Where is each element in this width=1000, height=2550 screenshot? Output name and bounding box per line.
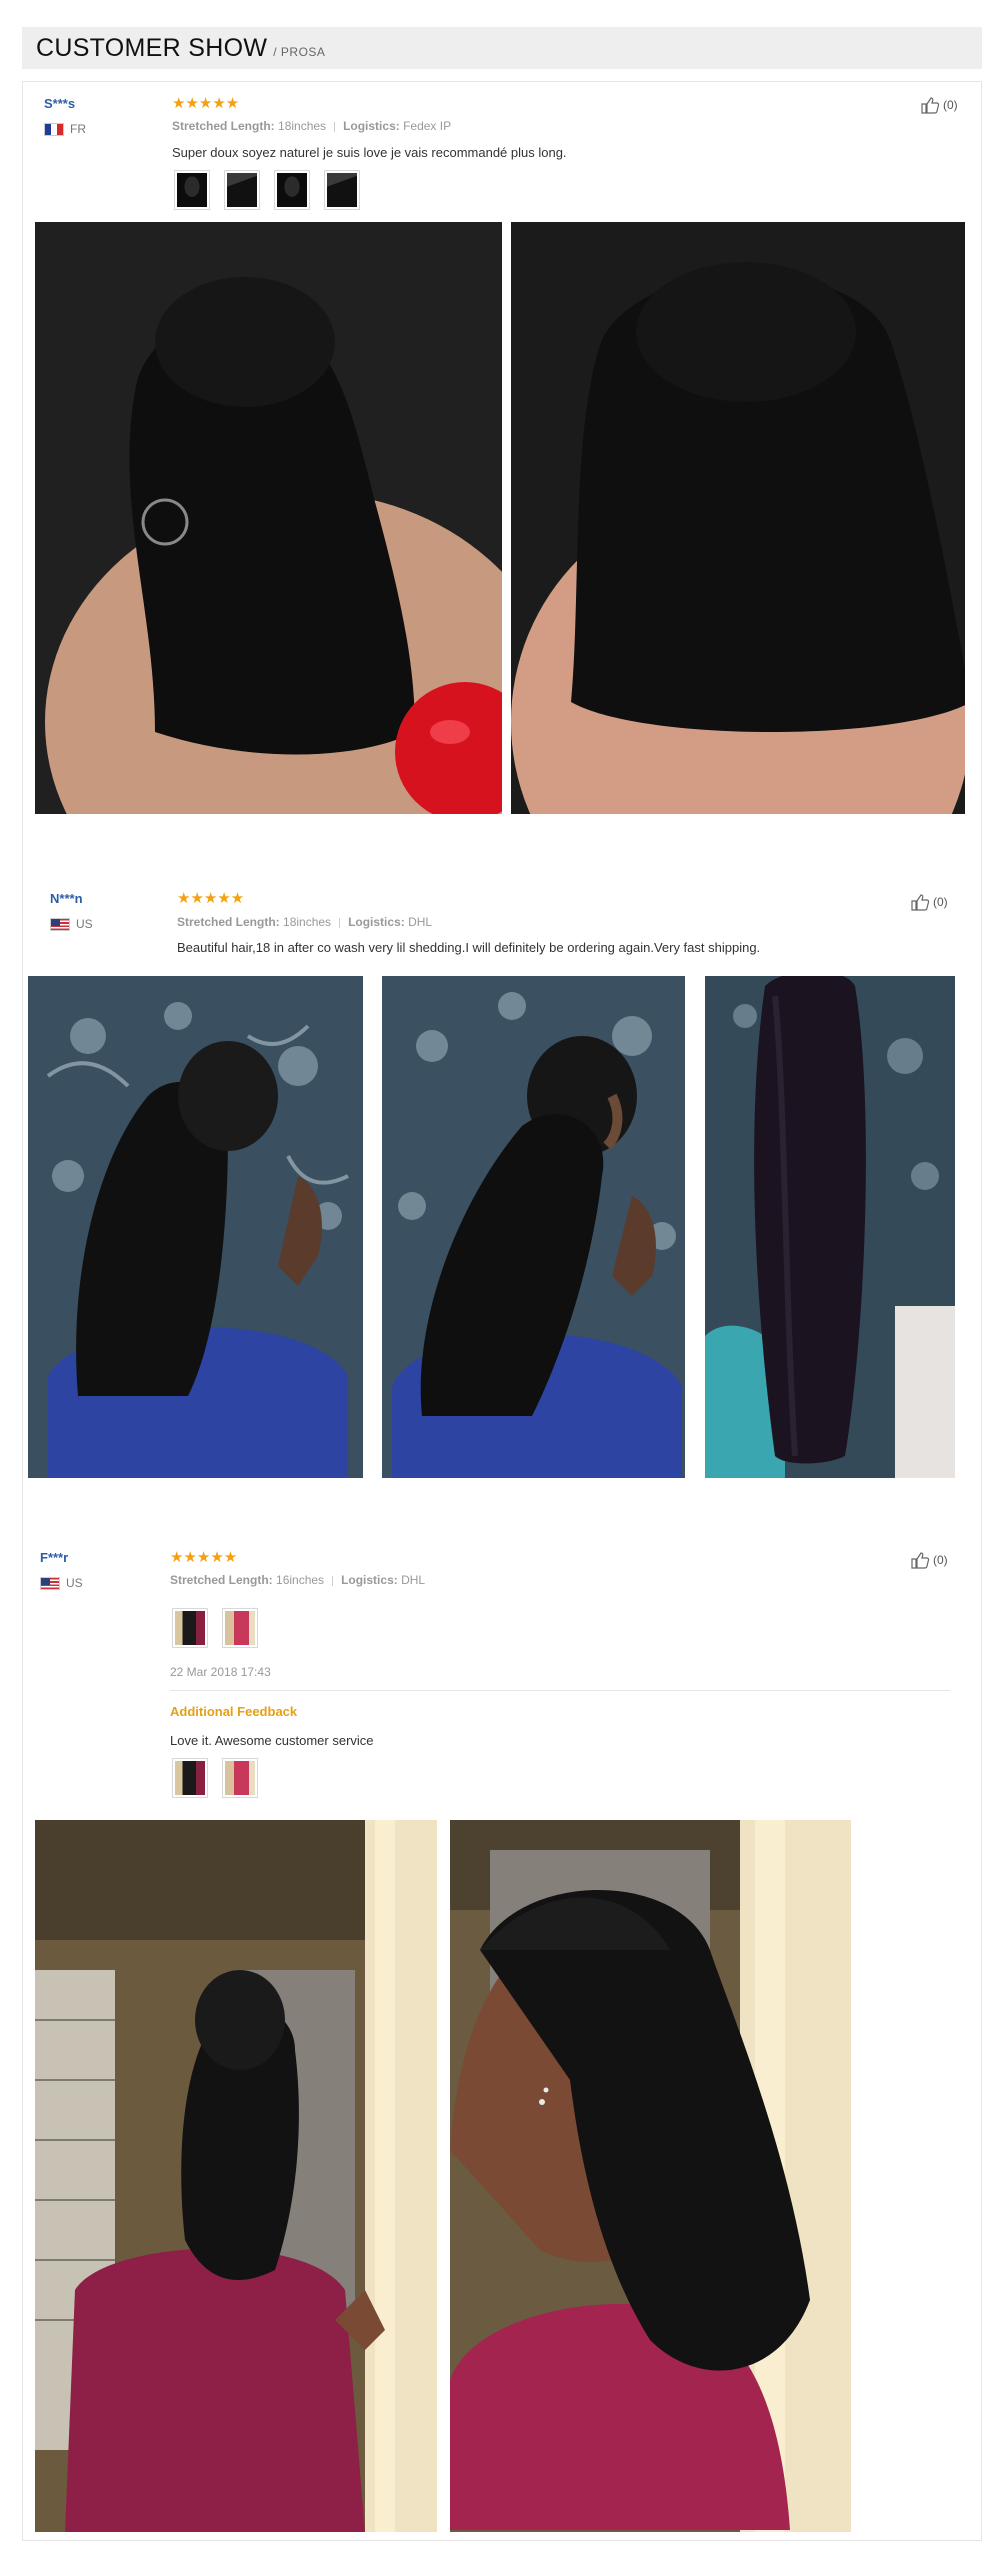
logistics-value: Fedex IP (403, 119, 452, 133)
review-1-thumbnail[interactable] (324, 170, 360, 210)
review-3-thumbnail[interactable] (172, 1608, 208, 1648)
logistics-label: Logistics: (343, 119, 400, 133)
logistics-label: Logistics: (341, 1573, 398, 1587)
review-1-country: FR (44, 122, 86, 136)
review-1-photo[interactable] (511, 222, 965, 814)
thumbs-up-icon (911, 1552, 930, 1569)
review-2-photo[interactable] (705, 976, 955, 1478)
review-1-thumbnail[interactable] (274, 170, 310, 210)
review-3-thumbnails (172, 1608, 258, 1648)
review-2-photo[interactable] (382, 976, 685, 1478)
review-1-rating: ★★★★★ (172, 95, 240, 112)
stretched-length-value: 18inches (283, 915, 332, 929)
review-2-country: US (50, 917, 93, 931)
stretched-length-value: 16inches (276, 1573, 325, 1587)
us-flag-icon (40, 1576, 60, 1590)
france-flag-icon (44, 122, 64, 136)
review-2-like-button[interactable]: (0) (910, 893, 948, 911)
stretched-length-label: Stretched Length: (177, 915, 280, 929)
review-1-thumbnails (174, 170, 360, 210)
thumbs-up-icon (911, 894, 930, 911)
review-1-thumbnail[interactable] (224, 170, 260, 210)
review-3-attributes: Stretched Length: 16inches Logistics: DHL (170, 1573, 425, 1587)
review-2-country-code: US (76, 917, 93, 931)
logistics-label: Logistics: (348, 915, 405, 929)
review-3-rating: ★★★★★ (170, 1549, 238, 1566)
additional-feedback-label: Additional Feedback (170, 1704, 298, 1719)
review-3-additional-thumbnail[interactable] (172, 1758, 208, 1798)
review-3-country-code: US (66, 1576, 83, 1590)
review-1-user[interactable]: S***s (44, 96, 75, 111)
review-2-rating: ★★★★★ (177, 890, 245, 907)
review-2-user[interactable]: N***n (50, 891, 83, 906)
thumbs-up-icon (921, 97, 940, 114)
us-flag-icon (50, 917, 70, 931)
review-1-photo[interactable] (35, 222, 502, 814)
review-3-photo[interactable] (450, 1820, 851, 2532)
review-2-like-count: (0) (933, 895, 948, 909)
review-3-user[interactable]: F***r (40, 1550, 68, 1565)
review-2-attributes: Stretched Length: 18inches Logistics: DHL (177, 915, 432, 929)
review-3-thumbnail[interactable] (222, 1608, 258, 1648)
section-header: CUSTOMER SHOW / PROSA (22, 27, 982, 69)
review-2-text: Beautiful hair,18 in after co wash very … (177, 940, 761, 955)
stretched-length-value: 18inches (278, 119, 327, 133)
stretched-length-label: Stretched Length: (170, 1573, 273, 1587)
review-1-text: Super doux soyez naturel je suis love je… (172, 145, 567, 160)
section-title: CUSTOMER SHOW / PROSA (36, 34, 326, 62)
review-1-thumbnail[interactable] (174, 170, 210, 210)
additional-feedback-text: Love it. Awesome customer service (170, 1733, 374, 1748)
divider (170, 1690, 950, 1691)
review-1-like-button[interactable]: (0) (920, 96, 958, 114)
review-3-additional-thumbnail[interactable] (222, 1758, 258, 1798)
review-3-country: US (40, 1576, 83, 1590)
logistics-value: DHL (401, 1573, 426, 1587)
logistics-value: DHL (408, 915, 433, 929)
review-3-additional-thumbnails (172, 1758, 258, 1798)
review-1-like-count: (0) (943, 98, 958, 112)
section-subtitle: / PROSA (273, 45, 326, 59)
review-3-like-count: (0) (933, 1553, 948, 1567)
review-2-photo[interactable] (28, 976, 363, 1478)
review-3-like-button[interactable]: (0) (910, 1551, 948, 1569)
review-3-date: 22 Mar 2018 17:43 (170, 1665, 271, 1679)
stretched-length-label: Stretched Length: (172, 119, 275, 133)
review-3-photo[interactable] (35, 1820, 437, 2532)
review-1-country-code: FR (70, 122, 86, 136)
review-1-attributes: Stretched Length: 18inches Logistics: Fed… (172, 119, 451, 133)
